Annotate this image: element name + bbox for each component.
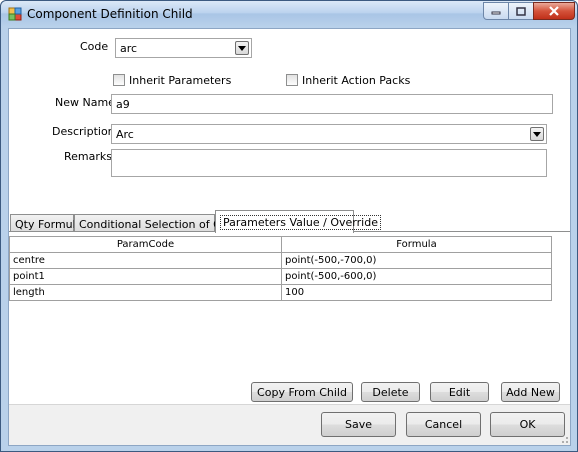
code-label: Code	[80, 40, 109, 53]
cell-paramcode[interactable]: length	[9, 284, 282, 301]
maximize-icon	[516, 6, 526, 16]
inherit-parameters-checkbox[interactable]	[113, 74, 125, 86]
tab-parameters-value-override-label: Parameters Value / Override	[220, 215, 381, 230]
description-value: Arc	[116, 128, 134, 141]
remarks-field[interactable]	[111, 149, 547, 177]
ok-label: OK	[519, 418, 536, 431]
inherit-parameters-label[interactable]: Inherit Parameters	[129, 74, 231, 87]
code-value: arc	[120, 42, 138, 55]
title-bar[interactable]: Component Definition Child	[1, 1, 577, 27]
table-row[interactable]: centre point(-500,-700,0)	[9, 252, 552, 269]
new-name-field[interactable]: a9	[111, 94, 553, 114]
edit-button[interactable]: Edit	[430, 382, 489, 402]
column-header-formula[interactable]: Formula	[281, 236, 552, 253]
cancel-button[interactable]: Cancel	[406, 412, 481, 437]
cell-formula[interactable]: point(-500,-600,0)	[281, 268, 552, 285]
dialog-footer: Save Cancel OK	[9, 405, 570, 445]
cell-paramcode[interactable]: point1	[9, 268, 282, 285]
column-header-paramcode[interactable]: ParamCode	[9, 236, 282, 253]
code-combo[interactable]: arc	[115, 38, 252, 58]
parameters-tab-panel: ParamCode Formula centre point(-500,-700…	[9, 231, 570, 415]
ok-button[interactable]: OK	[490, 412, 565, 437]
minimize-button[interactable]	[483, 2, 509, 20]
client-area: Code arc Inherit Parameters Inherit Acti…	[8, 28, 571, 446]
delete-label: Delete	[372, 385, 409, 399]
cell-formula[interactable]: point(-500,-700,0)	[281, 252, 552, 269]
maximize-button[interactable]	[508, 2, 534, 20]
cell-formula[interactable]: 100	[281, 284, 552, 301]
remarks-label: Remarks	[64, 150, 112, 163]
new-name-label: New Name	[55, 96, 115, 109]
tab-qty-formula-label: Qty Formula	[15, 218, 83, 231]
description-label: Description	[52, 125, 115, 138]
add-new-button[interactable]: Add New	[501, 382, 560, 402]
close-button[interactable]	[533, 2, 575, 20]
chevron-down-icon	[238, 45, 246, 51]
description-combo[interactable]: Arc	[111, 124, 547, 144]
tab-conditional-selection[interactable]: Conditional Selection of Child	[74, 214, 241, 232]
resize-grip-icon[interactable]	[559, 434, 569, 444]
grid-header-row: ParamCode Formula	[9, 236, 552, 253]
app-icon	[8, 7, 22, 21]
table-row[interactable]: point1 point(-500,-600,0)	[9, 268, 552, 285]
tab-parameters-value-override[interactable]: Parameters Value / Override	[215, 210, 381, 233]
window-title: Component Definition Child	[27, 7, 193, 21]
parameters-grid[interactable]: ParamCode Formula centre point(-500,-700…	[9, 236, 552, 301]
code-dropdown-button[interactable]	[235, 41, 249, 55]
add-new-label: Add New	[506, 385, 555, 399]
save-label: Save	[344, 418, 372, 431]
minimize-icon	[491, 11, 501, 15]
chevron-down-icon	[533, 131, 541, 137]
delete-button[interactable]: Delete	[361, 382, 420, 402]
cell-paramcode[interactable]: centre	[9, 252, 282, 269]
cancel-label: Cancel	[424, 418, 463, 431]
copy-from-child-button[interactable]: Copy From Child	[251, 382, 353, 402]
copy-from-child-label: Copy From Child	[257, 385, 347, 399]
edit-label: Edit	[448, 385, 471, 399]
save-button[interactable]: Save	[321, 412, 396, 437]
dialog-window: Component Definition Child Code arc Inhe…	[0, 0, 578, 452]
close-icon	[549, 6, 559, 16]
table-row[interactable]: length 100	[9, 284, 552, 301]
tab-qty-formula[interactable]: Qty Formula	[10, 214, 82, 232]
inherit-action-packs-label[interactable]: Inherit Action Packs	[302, 74, 410, 87]
inherit-action-packs-checkbox[interactable]	[286, 74, 298, 86]
description-dropdown-button[interactable]	[530, 127, 544, 141]
new-name-value: a9	[116, 98, 130, 111]
